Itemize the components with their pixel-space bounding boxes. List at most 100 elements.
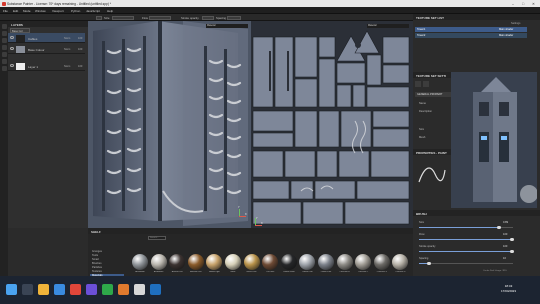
material-thumbnail[interactable] (392, 254, 409, 270)
texture-set-row-tower2[interactable]: Tower2 Main shader (415, 33, 527, 38)
brush-size-value[interactable]: 0.89 (503, 221, 508, 224)
shelf-panel: SHELF Search... Grunges Tools Smart Brus… (88, 228, 413, 278)
edge-browser-icon[interactable] (54, 284, 65, 295)
menu-help[interactable]: Help (107, 9, 113, 13)
layer-row-layer-1[interactable]: Layer 1 Norm 100 (8, 61, 85, 71)
substance-painter-icon[interactable] (70, 284, 81, 295)
app-icon[interactable] (150, 284, 161, 295)
texture-set-shader[interactable]: Main shader (499, 28, 513, 31)
material-thumbnail[interactable] (299, 254, 316, 270)
material-thumbnail[interactable] (336, 254, 353, 270)
texture-set-row-tower1[interactable]: Tower1 Main shader (415, 27, 527, 32)
visibility-eye-icon[interactable] (10, 36, 14, 39)
brush-stroke-opacity-value[interactable]: 100 (503, 245, 507, 248)
fill-icon[interactable] (1, 59, 7, 64)
menu-python[interactable]: Python (71, 9, 80, 13)
toolbar-stroke-opacity-slider[interactable] (202, 15, 214, 20)
brush-flow-value[interactable]: 100 (503, 233, 507, 236)
material-label: Cobalt Pure (302, 271, 313, 273)
material-label: Cobalt Pure (320, 271, 332, 273)
menu-file[interactable]: File (3, 9, 8, 13)
file-explorer-icon[interactable] (38, 284, 49, 295)
texture-set-shader[interactable]: Main shader (499, 34, 513, 37)
picker-icon[interactable] (1, 66, 7, 71)
menu-mode[interactable]: Mode (23, 9, 31, 13)
app-icon[interactable] (86, 284, 97, 295)
minimize-button[interactable]: – (512, 2, 514, 6)
shelf-category-particles[interactable]: Particles (92, 266, 102, 269)
brush-size-label: Size (419, 221, 425, 224)
brush-flow-slider[interactable] (419, 237, 514, 242)
layer-blend[interactable]: Norm (64, 65, 70, 68)
material-thumbnail[interactable] (280, 254, 297, 270)
material-thumbnail[interactable] (169, 254, 186, 270)
viewport-2d[interactable]: Material X Y (251, 21, 413, 228)
layer-opacity[interactable]: 100 (78, 48, 82, 51)
toolbar-size-slider[interactable] (112, 15, 134, 20)
viewport-2d-mode-select[interactable]: Material (367, 24, 409, 28)
material-thumbnail[interactable] (318, 254, 334, 270)
material-label: Autumn Leaf (190, 271, 202, 273)
app-icon[interactable] (118, 284, 129, 295)
clone-icon[interactable] (1, 52, 7, 57)
brush-spacing-value[interactable]: 10 (503, 257, 506, 260)
material-preview-viewer[interactable] (451, 72, 537, 208)
smudge-icon[interactable] (1, 45, 7, 50)
start-button-icon[interactable] (6, 284, 17, 295)
shelf-search-input[interactable]: Search... (148, 236, 166, 240)
brush-preset-button[interactable] (96, 15, 102, 20)
layer-opacity[interactable]: 100 (78, 37, 82, 40)
layer-row-base-colour[interactable]: Base Colour Norm 100 (8, 44, 85, 54)
brush-spacing-slider[interactable] (419, 261, 513, 266)
window-title: Substance Painter - License: 70* days re… (7, 2, 112, 6)
layer-opacity[interactable]: 100 (78, 65, 82, 68)
material-thumbnail[interactable] (373, 254, 390, 270)
brush-size-slider[interactable] (419, 225, 513, 230)
brush-stroke-preview (418, 167, 446, 183)
layer-thumbnail (16, 62, 25, 70)
eraser-icon[interactable] (1, 31, 7, 36)
material-thumbnail[interactable] (262, 254, 279, 270)
material-label: Calf Skin (266, 271, 275, 273)
texture-set-settings-link[interactable]: Settings (511, 22, 520, 25)
layer-row-cables[interactable]: Cables Norm 100 (8, 33, 85, 43)
viewport-3d[interactable]: Material X Y (88, 21, 251, 228)
properties-paint-title: PROPERTIES - PAINT (416, 150, 447, 155)
projection-icon[interactable] (1, 38, 7, 43)
close-button[interactable]: ✕ (532, 2, 535, 6)
menu-edit[interactable]: Edit (13, 9, 18, 13)
xbox-icon[interactable] (102, 284, 113, 295)
maximize-button[interactable]: □ (522, 2, 524, 6)
material-thumbnail[interactable] (187, 254, 204, 270)
shelf-category-tools[interactable]: Tools (92, 254, 98, 257)
viewport-3d-mode-select[interactable]: Material (206, 24, 248, 28)
layer-blend[interactable]: Norm (64, 37, 70, 40)
app-icon[interactable] (134, 284, 145, 295)
material-thumbnail[interactable] (150, 254, 167, 270)
visibility-eye-icon[interactable] (10, 64, 14, 67)
brush-stroke-opacity-label: Stroke opacity (419, 245, 436, 248)
material-thumbnail[interactable] (206, 254, 223, 270)
menu-viewport[interactable]: Viewport (52, 9, 64, 13)
material-label: Baked Light (209, 271, 220, 273)
material-thumbnail[interactable] (132, 254, 148, 270)
material-thumbnail[interactable] (225, 254, 241, 270)
shelf-category-grunges[interactable]: Grunges (92, 250, 102, 253)
search-icon[interactable] (22, 284, 33, 295)
system-clock[interactable]: 18:43 17/04/2023 (501, 284, 516, 293)
shelf-category-smart[interactable]: Smart (92, 258, 99, 261)
bake-icon[interactable] (423, 81, 429, 87)
channel-select[interactable]: Base Col (10, 28, 30, 33)
channel-icon[interactable] (415, 81, 421, 87)
paint-brush-icon[interactable] (1, 24, 7, 29)
toolbar-flow-slider[interactable] (149, 15, 171, 20)
menu-javascript[interactable]: JavaScript (86, 9, 100, 13)
toolbar-spacing-slider[interactable] (227, 15, 241, 20)
material-thumbnail[interactable] (243, 254, 260, 270)
brush-stroke-opacity-slider[interactable] (419, 249, 514, 254)
layer-blend[interactable]: Norm (64, 48, 70, 51)
visibility-eye-icon[interactable] (10, 47, 14, 50)
menu-window[interactable]: Window (35, 9, 46, 13)
material-thumbnail[interactable] (355, 254, 372, 270)
shelf-category-brushes[interactable]: Brushes (92, 262, 102, 265)
